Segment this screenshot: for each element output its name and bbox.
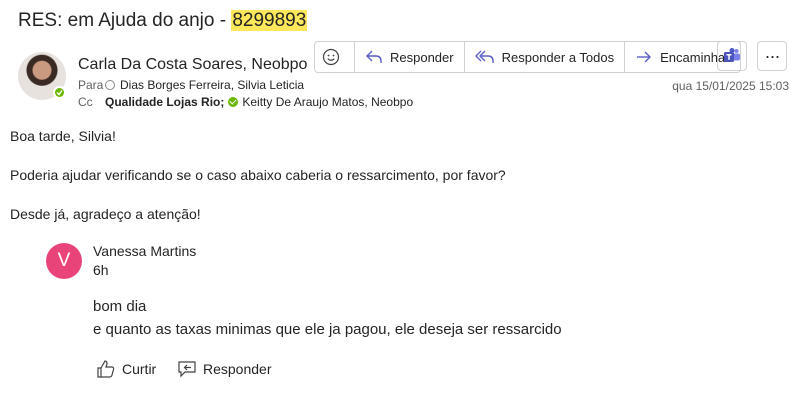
email-subject: RES: em Ajuda do anjo - 8299893 xyxy=(18,10,308,32)
reply-button[interactable]: Responder xyxy=(354,42,464,72)
quoted-timestamp: 6h xyxy=(93,262,109,278)
cc-line: Cc Qualidade Lojas Rio; Keitty De Araujo… xyxy=(78,95,413,109)
cc-recipient[interactable]: Keitty De Araujo Matos, Neobpo xyxy=(242,95,413,109)
quoted-message-line: e quanto as taxas minimas que ele ja pag… xyxy=(93,321,562,338)
cc-label: Cc xyxy=(78,95,93,109)
sent-date: qua 15/01/2025 15:03 xyxy=(672,79,789,93)
emoji-reaction-button[interactable] xyxy=(315,42,354,72)
reply-all-icon xyxy=(474,50,494,63)
quote-reply-label: Responder xyxy=(203,361,272,377)
to-recipient[interactable]: Dias Borges Ferreira, Silvia Leticia xyxy=(120,78,304,92)
reply-icon xyxy=(366,50,382,63)
presence-available-small-icon xyxy=(228,97,239,107)
quoted-author-avatar: V xyxy=(46,243,82,279)
more-actions-button[interactable]: ··· xyxy=(757,41,787,71)
reply-all-button[interactable]: Responder a Todos xyxy=(463,42,625,72)
presence-available-icon xyxy=(53,86,66,99)
quote-reply-button[interactable]: Responder xyxy=(177,359,272,379)
reply-label: Responder xyxy=(390,49,454,65)
teams-icon xyxy=(724,48,740,62)
forward-icon xyxy=(637,51,652,63)
reply-all-label: Responder a Todos xyxy=(501,49,615,65)
smiley-icon xyxy=(322,48,340,66)
subject-highlight: 8299893 xyxy=(231,10,308,31)
subject-text: RES: em Ajuda do anjo - xyxy=(18,10,232,31)
teams-button[interactable] xyxy=(717,41,747,71)
thumbs-up-icon xyxy=(97,360,115,378)
to-line: Para Dias Borges Ferreira, Silvia Letici… xyxy=(78,78,304,92)
like-label: Curtir xyxy=(122,361,157,377)
sender-name[interactable]: Carla Da Costa Soares, Neobpo xyxy=(78,56,307,74)
quoted-author-name: Vanessa Martins xyxy=(93,243,197,259)
comment-reply-icon xyxy=(178,361,196,378)
body-request: Poderia ajudar verificando se o caso aba… xyxy=(10,167,506,183)
quoted-message-line: bom dia xyxy=(93,298,147,315)
cc-recipient-group[interactable]: Qualidade Lojas Rio; xyxy=(105,95,224,109)
body-thanks: Desde já, agradeço a atenção! xyxy=(10,206,201,222)
presence-unknown-icon xyxy=(105,80,115,90)
message-toolbar: Responder Responder a Todos Encaminhar xyxy=(314,41,741,73)
more-icon: ··· xyxy=(764,45,781,66)
to-label: Para xyxy=(78,78,104,92)
body-greeting: Boa tarde, Silvia! xyxy=(10,128,116,144)
like-button[interactable]: Curtir xyxy=(96,359,156,379)
